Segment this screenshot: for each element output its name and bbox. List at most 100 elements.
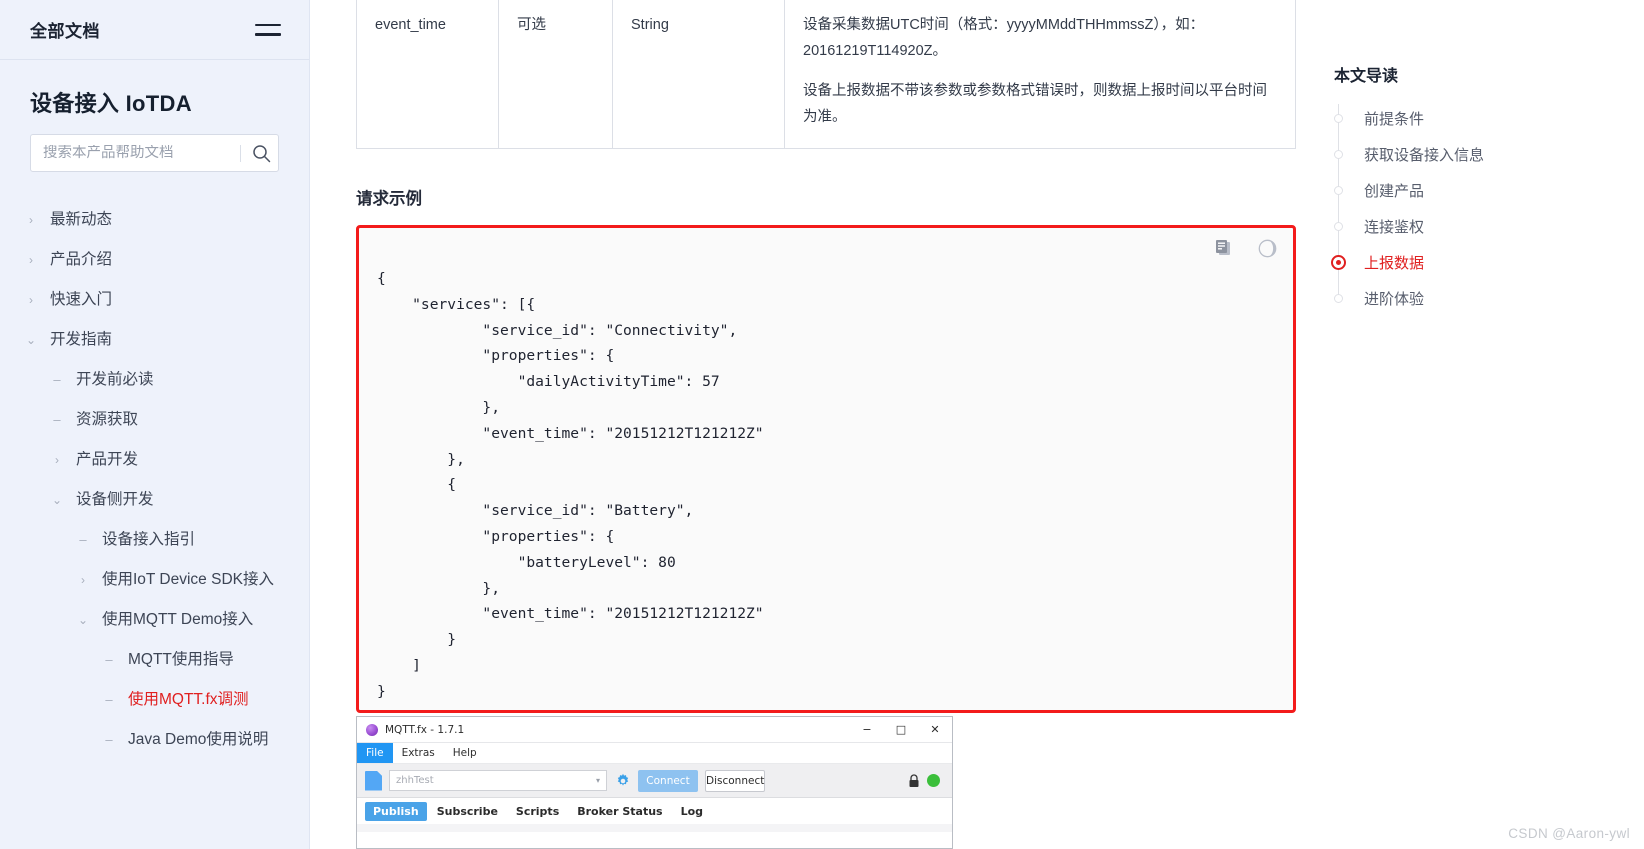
mqttfx-tab-subscribe[interactable]: Subscribe xyxy=(429,802,506,821)
sidebar-item-11[interactable]: – MQTT使用指导 xyxy=(0,640,309,680)
toc-item-1[interactable]: 获取设备接入信息 xyxy=(1330,136,1644,172)
table-row: event_time 可选 String 设备采集数据UTC时间（格式：yyyy… xyxy=(356,0,1296,149)
mqttfx-tab-publish[interactable]: Publish xyxy=(365,801,427,821)
maximize-icon[interactable]: □ xyxy=(884,717,918,743)
chevron-right-icon: › xyxy=(81,573,85,587)
mqttfx-tab-scripts[interactable]: Scripts xyxy=(508,802,567,821)
watermark: CSDN @Aaron-ywl xyxy=(1508,826,1630,841)
toc-item-3[interactable]: 连接鉴权 xyxy=(1330,208,1644,244)
table-of-contents: 本文导读 前提条件获取设备接入信息创建产品连接鉴权上报数据进阶体验 xyxy=(1330,0,1644,849)
minimize-icon[interactable]: − xyxy=(850,717,884,743)
param-desc-line-2: 设备上报数据不带该参数或参数格式错误时，则数据上报时间以平台时间为准。 xyxy=(803,83,1267,125)
chevron-down-icon: ⌄ xyxy=(77,613,89,627)
toc-item-label: 上报数据 xyxy=(1364,254,1425,272)
toc-dot-icon xyxy=(1334,185,1343,195)
sidebar-item-label: 资源获取 xyxy=(76,411,139,428)
sidebar-item-12[interactable]: – 使用MQTT.fx调测 xyxy=(0,680,309,720)
all-docs-title[interactable]: 全部文档 xyxy=(30,17,100,42)
connection-profile-value: zhhTest xyxy=(396,775,434,786)
sidebar-header: 全部文档 xyxy=(0,0,309,60)
sidebar-item-label: 开发前必读 xyxy=(76,371,154,388)
mqttfx-tabs: Publish Subscribe Scripts Broker Status Log xyxy=(357,798,952,824)
toc-dot-icon xyxy=(1334,113,1343,123)
sidebar-nav: › 最新动态 › 产品介绍 › 快速入门 ⌄ 开发指南 – 开发前必读 – 资源获取 › 产品开发 ⌄ 设备侧… xyxy=(0,200,309,780)
status-area xyxy=(908,773,944,788)
parameter-table: event_time 可选 String 设备采集数据UTC时间（格式：yyyy… xyxy=(356,0,1296,149)
sidebar-item-6[interactable]: › 产品开发 xyxy=(0,440,309,480)
search-icon[interactable] xyxy=(250,142,272,164)
toc-list: 前提条件获取设备接入信息创建产品连接鉴权上报数据进阶体验 xyxy=(1330,100,1644,316)
dash-icon: – xyxy=(53,372,61,387)
chevron-down-icon: ⌄ xyxy=(51,493,63,507)
toc-item-5[interactable]: 进阶体验 xyxy=(1330,280,1644,316)
sidebar-item-10[interactable]: ⌄ 使用MQTT Demo接入 xyxy=(0,600,309,640)
gear-icon[interactable] xyxy=(614,772,631,789)
mqttfx-menu-extras[interactable]: Extras xyxy=(393,743,444,763)
toc-dot-icon xyxy=(1334,293,1343,303)
sidebar-item-7[interactable]: ⌄ 设备侧开发 xyxy=(0,480,309,520)
sidebar-item-13[interactable]: – Java Demo使用说明 xyxy=(0,720,309,760)
chevron-down-icon: ▾ xyxy=(595,776,600,785)
chevron-down-icon: ⌄ xyxy=(25,333,37,347)
param-desc-cell: 设备采集数据UTC时间（格式：yyyyMMddTHHmmssZ），如：20161… xyxy=(785,0,1296,149)
sidebar-item-label: 使用IoT Device SDK接入 xyxy=(102,571,274,588)
sidebar-item-8[interactable]: – 设备接入指引 xyxy=(0,520,309,560)
sidebar: 全部文档 设备接入 IoTDA ›最新动态›产品介绍›快速入门⌄开发指南–开发前… xyxy=(0,0,310,849)
sidebar-item-5[interactable]: – 资源获取 xyxy=(0,400,309,440)
hamburger-icon[interactable] xyxy=(255,21,281,39)
toc-title: 本文导读 xyxy=(1334,68,1399,85)
sidebar-item-label: 设备侧开发 xyxy=(76,491,154,508)
code-toolbar xyxy=(1213,238,1277,258)
sidebar-item-9[interactable]: › 使用IoT Device SDK接入 xyxy=(0,560,309,600)
product-section: 设备接入 IoTDA xyxy=(0,60,309,172)
mqttfx-connection-bar: zhhTest ▾ Connect Disconnect xyxy=(357,764,952,798)
mqttfx-tab-log[interactable]: Log xyxy=(673,802,711,821)
toc-item-label: 前提条件 xyxy=(1364,110,1425,128)
mqttfx-menu-file[interactable]: File xyxy=(357,743,393,763)
mqttfx-tab-broker-status[interactable]: Broker Status xyxy=(569,802,670,821)
toc-item-0[interactable]: 前提条件 xyxy=(1330,100,1644,136)
connection-profile-select[interactable]: zhhTest ▾ xyxy=(389,770,607,791)
toc-item-2[interactable]: 创建产品 xyxy=(1330,172,1644,208)
sidebar-item-1[interactable]: › 产品介绍 xyxy=(0,240,309,280)
sidebar-item-label: Java Demo使用说明 xyxy=(128,731,269,748)
dash-icon: – xyxy=(53,412,61,427)
mqttfx-titlebar: MQTT.fx - 1.7.1 − □ ✕ xyxy=(357,717,952,743)
dash-icon: – xyxy=(105,732,113,747)
close-icon[interactable]: ✕ xyxy=(918,717,952,743)
sidebar-item-label: 开发指南 xyxy=(50,331,113,348)
dash-icon: – xyxy=(105,652,113,667)
chevron-right-icon: › xyxy=(29,293,33,307)
sidebar-item-label: 产品介绍 xyxy=(50,251,113,268)
sidebar-item-4[interactable]: – 开发前必读 xyxy=(0,360,309,400)
file-icon[interactable] xyxy=(365,770,382,791)
disconnect-button[interactable]: Disconnect xyxy=(705,769,766,792)
code-block-container: { "services": [{ "service_id": "Connecti… xyxy=(356,225,1296,713)
search-box[interactable] xyxy=(30,134,279,172)
sidebar-item-2[interactable]: › 快速入门 xyxy=(0,280,309,320)
sidebar-item-label: 使用MQTT.fx调测 xyxy=(128,691,249,708)
toc-item-4[interactable]: 上报数据 xyxy=(1330,244,1644,280)
mqttfx-menubar: File Extras Help xyxy=(357,743,952,764)
sidebar-item-label: MQTT使用指导 xyxy=(128,651,234,668)
documentation-page: 全部文档 设备接入 IoTDA ›最新动态›产品介绍›快速入门⌄开发指南–开发前… xyxy=(0,0,1644,849)
document-area: event_time 可选 String 设备采集数据UTC时间（格式：yyyy… xyxy=(356,0,1308,713)
sidebar-item-label: 快速入门 xyxy=(50,291,113,308)
mqttfx-title-text: MQTT.fx - 1.7.1 xyxy=(385,723,465,736)
param-required-cell: 可选 xyxy=(498,0,613,149)
code-content[interactable]: { "services": [{ "service_id": "Connecti… xyxy=(359,228,1293,705)
sidebar-item-0[interactable]: › 最新动态 xyxy=(0,200,309,240)
param-name-cell: event_time xyxy=(356,0,499,149)
sidebar-item-3[interactable]: ⌄ 开发指南 xyxy=(0,320,309,360)
toc-item-label: 进阶体验 xyxy=(1364,290,1425,308)
param-type-cell: String xyxy=(612,0,785,149)
toc-dot-icon xyxy=(1334,149,1343,159)
moon-icon[interactable] xyxy=(1257,238,1277,258)
search-input[interactable] xyxy=(43,145,238,161)
mqttfx-menu-help[interactable]: Help xyxy=(444,743,486,763)
copy-icon[interactable] xyxy=(1213,238,1233,258)
connect-button[interactable]: Connect xyxy=(638,769,698,792)
lock-icon xyxy=(909,773,919,787)
toc-item-label: 创建产品 xyxy=(1364,182,1425,200)
sidebar-item-label: 最新动态 xyxy=(50,211,113,228)
